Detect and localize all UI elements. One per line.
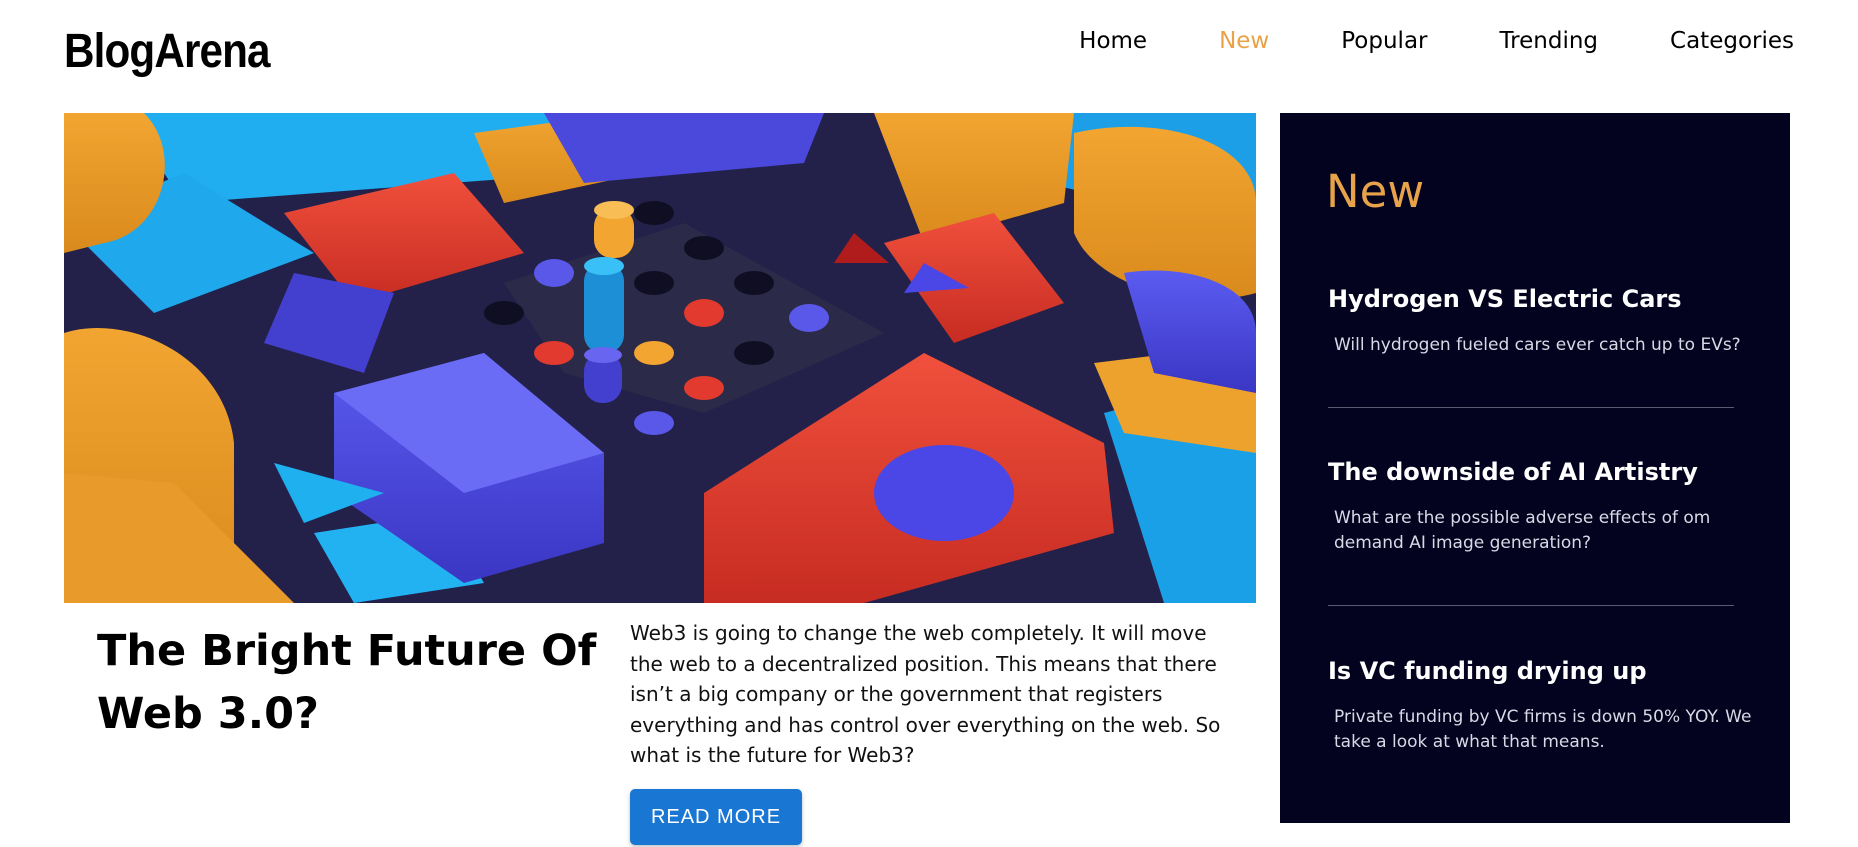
- hero-image: [64, 113, 1256, 603]
- new-posts-sidebar: New Hydrogen VS Electric Cars Will hydro…: [1280, 113, 1790, 823]
- blog-page: BlogArena Home New Popular Trending Cate…: [0, 0, 1858, 847]
- sidebar-post-summary: What are the possible adverse effects of…: [1334, 508, 1711, 553]
- sidebar-divider: [1328, 605, 1734, 606]
- sidebar-heading: New: [1326, 165, 1425, 218]
- sidebar-post-title[interactable]: Is VC funding drying up: [1328, 655, 1768, 687]
- nav-item-categories[interactable]: Categories: [1670, 24, 1794, 58]
- nav-item-trending[interactable]: Trending: [1500, 24, 1599, 58]
- site-logo[interactable]: BlogArena: [64, 24, 271, 79]
- read-more-button[interactable]: READ MORE: [630, 789, 802, 845]
- sidebar-post-1[interactable]: Hydrogen VS Electric Cars Will hydrogen …: [1328, 283, 1768, 358]
- sidebar-divider: [1328, 407, 1734, 408]
- sidebar-post-summary: Private funding by VC firms is down 50% …: [1334, 707, 1752, 752]
- main-nav: Home New Popular Trending Categories: [1079, 24, 1794, 58]
- sidebar-post-summary: Will hydrogen fueled cars ever catch up …: [1334, 335, 1741, 355]
- article-title[interactable]: The Bright Future Of Web 3.0?: [97, 620, 597, 746]
- nav-item-popular[interactable]: Popular: [1341, 24, 1427, 58]
- sidebar-post-title[interactable]: The downside of AI Artistry: [1328, 456, 1768, 488]
- nav-item-new[interactable]: New: [1219, 24, 1269, 58]
- article-excerpt: Web3 is going to change the web complete…: [630, 621, 1221, 767]
- sidebar-post-3[interactable]: Is VC funding drying up Private funding …: [1328, 655, 1768, 755]
- nav-item-home[interactable]: Home: [1079, 24, 1147, 58]
- sidebar-post-2[interactable]: The downside of AI Artistry What are the…: [1328, 456, 1768, 556]
- sidebar-post-title[interactable]: Hydrogen VS Electric Cars: [1328, 283, 1768, 315]
